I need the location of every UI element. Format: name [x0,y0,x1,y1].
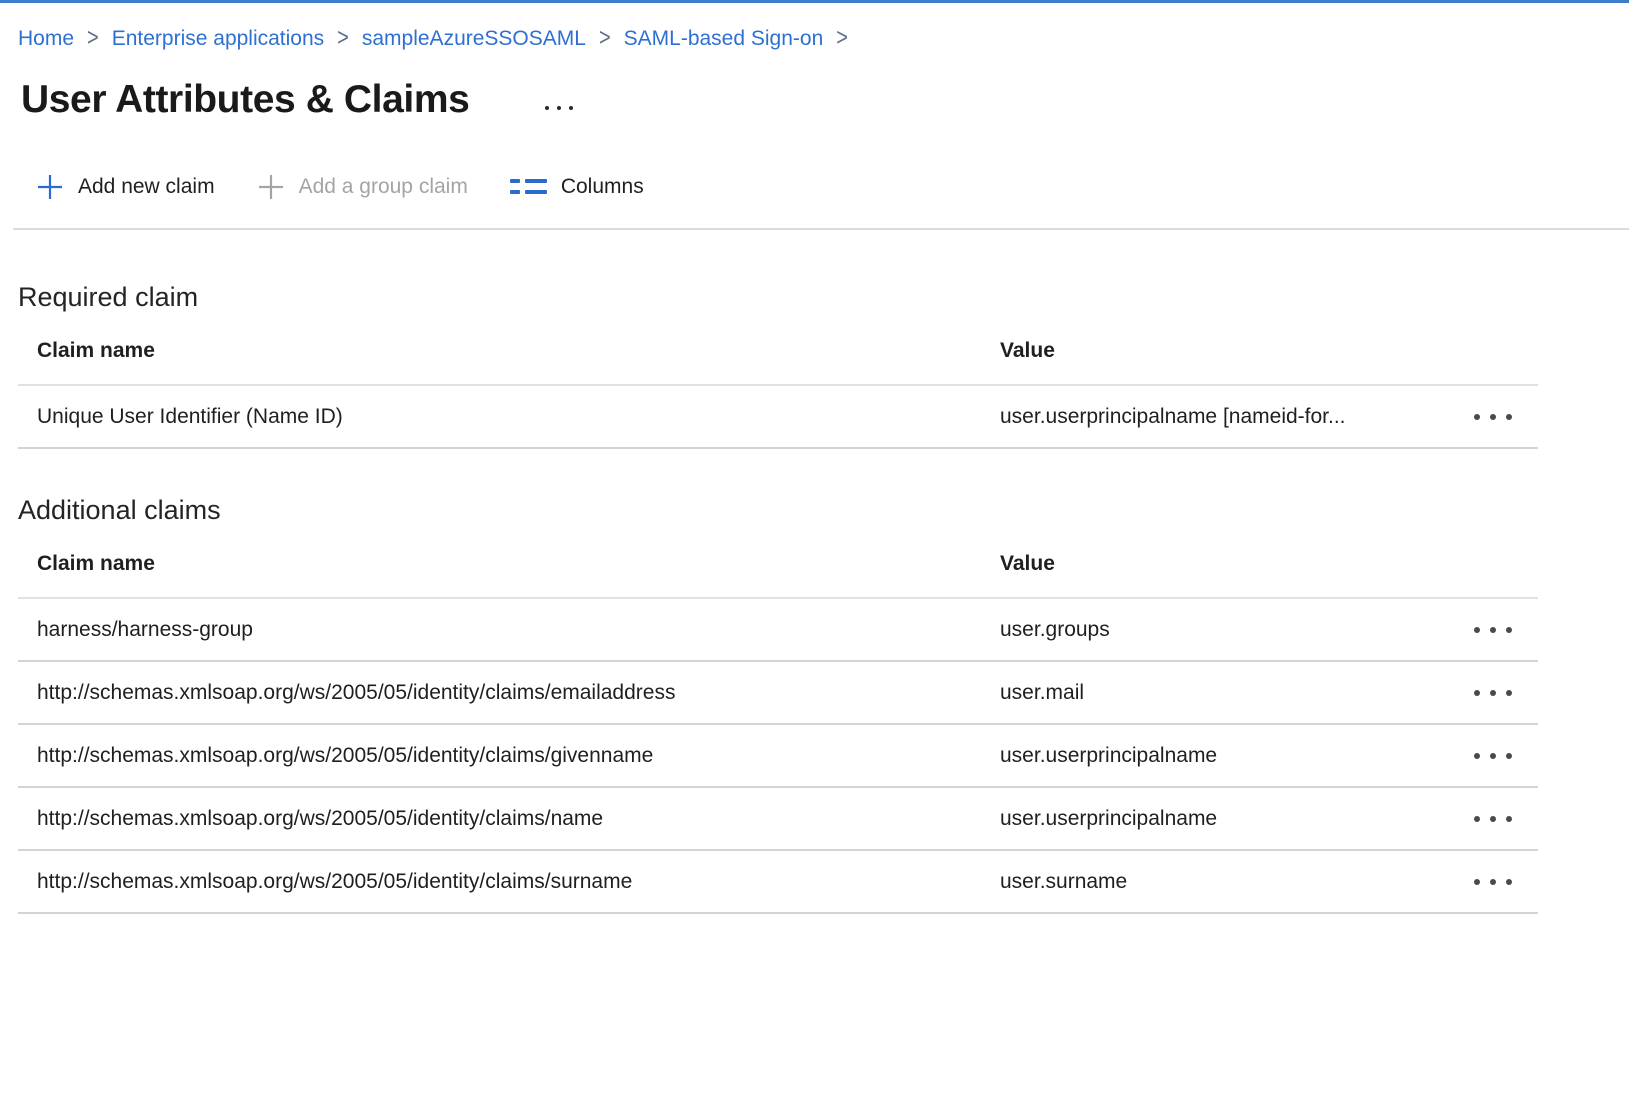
page-title: User Attributes & Claims [21,76,469,124]
claim-value-cell: user.groups [981,618,1418,642]
chevron-right-icon: > [337,22,349,56]
chevron-right-icon: > [836,22,848,56]
row-context-menu-button[interactable] [1472,747,1514,765]
required-claim-heading: Required claim [18,280,1629,314]
add-group-claim-button[interactable]: Add a group claim [257,173,468,201]
claim-value-cell: user.surname [981,870,1418,894]
toolbar-divider [13,228,1629,230]
ellipsis-icon [1490,816,1496,822]
value-column-header: Value [981,339,1418,363]
claim-value-cell: user.userprincipalname [981,807,1418,831]
table-row-unique-user-identifier[interactable]: Unique User Identifier (Name ID) user.us… [18,386,1538,449]
table-header-row: Claim name Value [18,314,1538,386]
columns-label: Columns [561,175,644,199]
value-column-header: Value [981,552,1418,576]
claim-name-column-header: Claim name [18,339,981,363]
row-context-menu-button[interactable] [1472,810,1514,828]
columns-icon [510,176,547,198]
ellipsis-icon [1506,753,1512,759]
chevron-right-icon: > [599,22,611,56]
claim-name-cell: http://schemas.xmlsoap.org/ws/2005/05/id… [18,681,981,705]
row-context-menu-button[interactable] [1472,873,1514,891]
ellipsis-icon [1474,753,1480,759]
ellipsis-icon [557,106,561,110]
claim-value-cell: user.userprincipalname [981,744,1418,768]
claim-name-cell: http://schemas.xmlsoap.org/ws/2005/05/id… [18,807,981,831]
row-context-menu-button[interactable] [1472,684,1514,702]
table-row-emailaddress[interactable]: http://schemas.xmlsoap.org/ws/2005/05/id… [18,662,1538,725]
claim-value-cell: user.userprincipalname [nameid-for... [981,405,1418,429]
table-row-name[interactable]: http://schemas.xmlsoap.org/ws/2005/05/id… [18,788,1538,851]
required-claim-table: Claim name Value Unique User Identifier … [18,314,1538,449]
plus-icon [36,173,64,201]
claim-value-cell: user.mail [981,681,1418,705]
row-context-menu-button[interactable] [1472,621,1514,639]
ellipsis-icon [1474,627,1480,633]
claim-name-cell: http://schemas.xmlsoap.org/ws/2005/05/id… [18,744,981,768]
page-overflow-menu-button[interactable] [541,102,577,114]
ellipsis-icon [569,106,573,110]
ellipsis-icon [1490,879,1496,885]
breadcrumb: Home > Enterprise applications > sampleA… [18,25,1629,52]
additional-claims-table: Claim name Value harness/harness-group u… [18,527,1538,914]
top-accent-bar [0,0,1629,3]
table-row-harness-group[interactable]: harness/harness-group user.groups [18,599,1538,662]
claim-name-cell: Unique User Identifier (Name ID) [18,405,981,429]
table-header-row: Claim name Value [18,527,1538,599]
add-new-claim-button[interactable]: Add new claim [36,173,215,201]
ellipsis-icon [1490,627,1496,633]
page-header: User Attributes & Claims [21,76,1629,124]
ellipsis-icon [1506,690,1512,696]
ellipsis-icon [1474,414,1480,420]
ellipsis-icon [1474,690,1480,696]
ellipsis-icon [1490,753,1496,759]
breadcrumb-sample-azure-sso-saml[interactable]: sampleAzureSSOSAML [362,25,586,52]
breadcrumb-home[interactable]: Home [18,25,74,52]
plus-icon [257,173,285,201]
command-bar: Add new claim Add a group claim Columns [36,170,1629,204]
columns-button[interactable]: Columns [510,175,644,199]
claim-name-cell: harness/harness-group [18,618,981,642]
ellipsis-icon [1490,414,1496,420]
ellipsis-icon [1474,879,1480,885]
table-row-surname[interactable]: http://schemas.xmlsoap.org/ws/2005/05/id… [18,851,1538,914]
ellipsis-icon [1490,690,1496,696]
chevron-right-icon: > [87,22,99,56]
ellipsis-icon [1506,879,1512,885]
row-context-menu-button[interactable] [1472,408,1514,426]
claim-name-cell: http://schemas.xmlsoap.org/ws/2005/05/id… [18,870,981,894]
add-new-claim-label: Add new claim [78,175,215,199]
claim-name-column-header: Claim name [18,552,981,576]
breadcrumb-saml-based-sign-on[interactable]: SAML-based Sign-on [624,25,824,52]
ellipsis-icon [1474,816,1480,822]
ellipsis-icon [1506,627,1512,633]
ellipsis-icon [1506,816,1512,822]
additional-claims-heading: Additional claims [18,493,1629,527]
table-row-givenname[interactable]: http://schemas.xmlsoap.org/ws/2005/05/id… [18,725,1538,788]
add-group-claim-label: Add a group claim [299,175,468,199]
ellipsis-icon [1506,414,1512,420]
breadcrumb-enterprise-applications[interactable]: Enterprise applications [112,25,324,52]
ellipsis-icon [545,106,549,110]
